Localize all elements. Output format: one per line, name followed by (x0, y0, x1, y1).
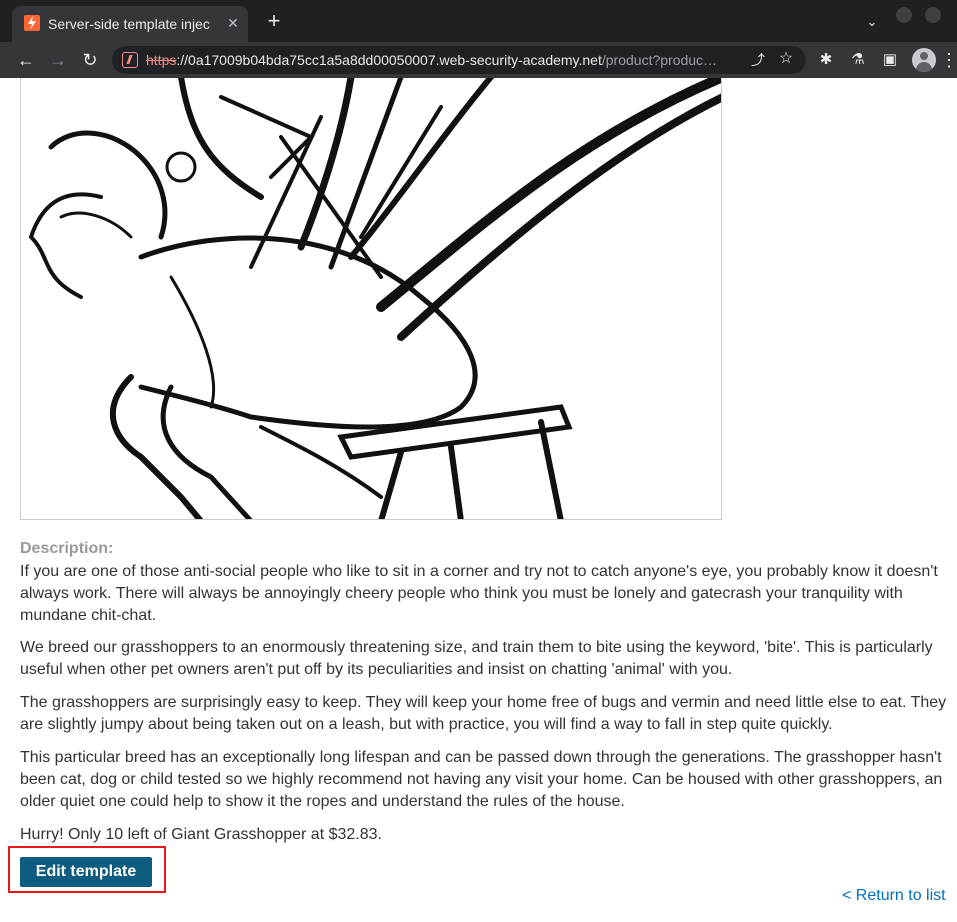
share-icon[interactable]: ⤴ (748, 50, 768, 70)
forward-icon[interactable]: → (46, 48, 70, 72)
url-host: ://0a17009b04bda75cc1a5a8dd00050007.web-… (176, 52, 602, 68)
url-text[interactable]: https://0a17009b04bda75cc1a5a8dd00050007… (146, 51, 736, 69)
description-label: Description: (20, 540, 114, 557)
product-image (20, 78, 722, 520)
extensions-icon[interactable]: ✱ (816, 50, 836, 70)
description-paragraph: If you are one of those anti-social peop… (20, 563, 938, 624)
description-paragraph: The grasshoppers are surprisingly easy t… (20, 694, 947, 733)
page-content: Description: If you are one of those ant… (0, 78, 957, 922)
back-icon[interactable]: ← (14, 48, 38, 72)
window-minimize-button[interactable] (896, 7, 912, 23)
side-panel-icon[interactable]: ▣ (880, 50, 900, 70)
browser-menu-icon[interactable]: ⋮ (940, 48, 957, 72)
tab-search-icon[interactable]: ⌄ (862, 12, 882, 32)
url-path: /product?produc… (601, 52, 718, 68)
reload-icon[interactable]: ↻ (78, 48, 102, 72)
browser-toolbar: ← → ↻ https://0a17009b04bda75cc1a5a8dd00… (0, 42, 957, 78)
bookmark-star-icon[interactable]: ☆ (776, 49, 796, 69)
return-to-list-link[interactable]: < Return to list (842, 886, 946, 906)
address-bar[interactable]: https://0a17009b04bda75cc1a5a8dd00050007… (112, 46, 806, 74)
tab-close-icon[interactable]: ✕ (224, 14, 242, 32)
tab-title: Server-side template injec (48, 16, 210, 32)
browser-tab[interactable]: Server-side template injec ✕ (12, 6, 248, 42)
window-maximize-button[interactable] (925, 7, 941, 23)
description-paragraph: This particular breed has an exceptional… (20, 749, 943, 810)
browser-tab-bar: Server-side template injec ✕ + ⌄ (0, 0, 957, 42)
labs-flask-icon[interactable]: ⚗ (848, 50, 868, 70)
description-paragraph: We breed our grasshoppers to an enormous… (20, 639, 933, 678)
not-secure-icon[interactable] (122, 52, 138, 68)
stock-message: Hurry! Only 10 left of Giant Grasshopper… (20, 826, 382, 843)
edit-template-button[interactable]: Edit template (20, 857, 152, 887)
url-scheme: https (146, 52, 177, 68)
profile-avatar[interactable] (912, 48, 936, 72)
lightning-favicon-icon (24, 15, 40, 31)
new-tab-button[interactable]: + (262, 10, 286, 34)
